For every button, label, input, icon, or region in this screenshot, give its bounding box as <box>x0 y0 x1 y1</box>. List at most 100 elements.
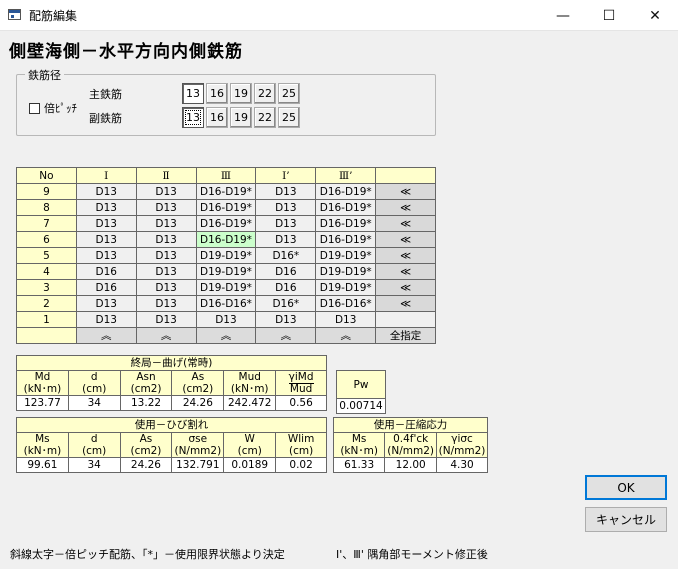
ok-button[interactable]: OK <box>585 475 667 500</box>
grid-cell[interactable]: D16-D19* <box>195 183 257 200</box>
maximize-button[interactable]: ☐ <box>586 0 632 31</box>
header-col-1p: Ⅰ’ <box>255 167 317 184</box>
grid-cell[interactable]: D13 <box>75 199 137 216</box>
grid-cell[interactable]: D16 <box>255 279 317 296</box>
row-copy-button[interactable]: ≪ <box>375 295 436 312</box>
row-copy-button[interactable]: ≪ <box>375 263 436 280</box>
sub-rebar-label: 副鉄筋 <box>89 112 122 125</box>
compress-header-unit: (kN･m) <box>340 445 378 457</box>
sub-size-13-button[interactable]: 13 <box>182 107 204 128</box>
empty-cell <box>16 327 77 344</box>
grid-cell[interactable]: D13 <box>75 215 137 232</box>
grid-cell-selected[interactable]: D16-D19* <box>195 231 257 248</box>
grid-cell[interactable]: D13 <box>135 231 197 248</box>
grid-cell[interactable]: D13 <box>255 311 317 328</box>
grid-cell[interactable]: D16-D19* <box>315 231 377 248</box>
bending-header-name: As <box>191 371 205 383</box>
page-title: 側壁海側－水平方向内側鉄筋 <box>9 42 243 62</box>
main-size-19-button[interactable]: 19 <box>230 83 252 104</box>
minimize-button[interactable]: — <box>540 0 586 31</box>
grid-cell[interactable]: D16-D19* <box>315 199 377 216</box>
close-button[interactable]: ✕ <box>632 0 678 31</box>
grid-cell[interactable]: D13 <box>135 295 197 312</box>
compress-value: 4.30 <box>436 457 488 473</box>
grid-cell[interactable]: D16 <box>75 263 137 280</box>
grid-cell[interactable]: D19-D19* <box>195 263 257 280</box>
apply-all-button[interactable]: 全指定 <box>375 327 436 344</box>
grid-cell[interactable]: D13 <box>135 263 197 280</box>
corner-note: Ⅰ'、Ⅲ' 隅角部モーメント修正後 <box>336 548 488 561</box>
grid-cell[interactable]: D13 <box>315 311 377 328</box>
column-copy-button[interactable]: ︽ <box>195 327 257 344</box>
grid-cell[interactable]: D16 <box>75 279 137 296</box>
main-size-13-button[interactable]: 13 <box>182 83 204 104</box>
row-copy-button[interactable]: ≪ <box>375 247 436 264</box>
row-copy-button[interactable]: ≪ <box>375 199 436 216</box>
crack-header: As (cm2) <box>119 432 173 458</box>
crack-header-unit: (cm) <box>237 445 262 457</box>
grid-cell[interactable]: D19-D19* <box>195 247 257 264</box>
grid-cell[interactable]: D13 <box>75 183 137 200</box>
grid-cell[interactable]: D16-D19* <box>315 183 377 200</box>
double-pitch-checkbox[interactable]: 倍ﾋﾟｯﾁ <box>29 100 77 116</box>
grid-cell[interactable]: D19-D19* <box>315 247 377 264</box>
grid-row-7: 7 D13 D13 D16-D19* D13 D16-D19* ≪ <box>16 215 436 232</box>
sub-size-16-button[interactable]: 16 <box>206 107 228 128</box>
sub-size-25-button[interactable]: 25 <box>278 107 300 128</box>
sub-size-19-button[interactable]: 19 <box>230 107 252 128</box>
grid-cell[interactable]: D16 <box>255 263 317 280</box>
crack-header-unit: (N/mm2) <box>174 445 222 457</box>
main-size-16-button[interactable]: 16 <box>206 83 228 104</box>
grid-cell[interactable]: D13 <box>255 231 317 248</box>
row-copy-button[interactable]: ≪ <box>375 279 436 296</box>
checkbox-box[interactable] <box>29 102 40 114</box>
grid-cell[interactable]: D16-D19* <box>195 199 257 216</box>
grid-cell[interactable]: D13 <box>75 231 137 248</box>
main-size-22-button[interactable]: 22 <box>254 83 276 104</box>
grid-cell[interactable]: D13 <box>135 215 197 232</box>
grid-cell[interactable]: D16-D19* <box>315 215 377 232</box>
grid-cell[interactable]: D13 <box>255 183 317 200</box>
grid-cell[interactable]: D13 <box>75 311 137 328</box>
compress-header-name: Ms <box>351 433 367 445</box>
column-copy-button[interactable]: ︽ <box>75 327 137 344</box>
grid-cell[interactable]: D13 <box>75 247 137 264</box>
row-number: 3 <box>16 279 77 296</box>
grid-cell[interactable]: D16-D16* <box>315 295 377 312</box>
title-bar: 配筋編集 — ☐ ✕ <box>0 0 678 31</box>
column-copy-button[interactable]: ︽ <box>315 327 377 344</box>
grid-cell[interactable]: D13 <box>135 311 197 328</box>
grid-cell[interactable]: D16-D16* <box>195 295 257 312</box>
grid-cell[interactable]: D13 <box>75 295 137 312</box>
grid-cell[interactable]: D13 <box>135 183 197 200</box>
window-title: 配筋編集 <box>29 9 78 23</box>
bending-header-unit: (kN･m) <box>23 383 62 395</box>
row-copy-button[interactable]: ≪ <box>375 183 436 200</box>
bending-value: 34 <box>67 395 121 411</box>
grid-cell[interactable]: D19-D19* <box>315 279 377 296</box>
double-pitch-label: 倍ﾋﾟｯﾁ <box>44 102 77 115</box>
grid-cell[interactable]: D13 <box>255 215 317 232</box>
sub-size-22-button[interactable]: 22 <box>254 107 276 128</box>
grid-cell[interactable]: D13 <box>255 199 317 216</box>
grid-cell[interactable]: D13 <box>135 279 197 296</box>
grid-cell[interactable]: D19-D19* <box>315 263 377 280</box>
grid-cell[interactable]: D13 <box>135 199 197 216</box>
bending-header-name: d <box>90 371 98 383</box>
grid-cell[interactable]: D16* <box>255 247 317 264</box>
grid-cell[interactable]: D13 <box>195 311 257 328</box>
column-copy-button[interactable]: ︽ <box>255 327 317 344</box>
header-no: No <box>16 167 77 184</box>
column-copy-button[interactable]: ︽ <box>135 327 197 344</box>
grid-cell[interactable]: D19-D19* <box>195 279 257 296</box>
cancel-button[interactable]: キャンセル <box>585 507 667 532</box>
grid-cell[interactable]: D13 <box>135 247 197 264</box>
row-copy-button[interactable]: ≪ <box>375 215 436 232</box>
row-copy-button[interactable]: ≪ <box>375 231 436 248</box>
grid-cell[interactable]: D16* <box>255 295 317 312</box>
main-size-25-button[interactable]: 25 <box>278 83 300 104</box>
crack-value: 0.0189 <box>223 457 277 473</box>
crack-title: 使用－ひび割れ <box>16 417 327 433</box>
grid-cell[interactable]: D16-D19* <box>195 215 257 232</box>
compress-title: 使用－圧縮応力 <box>333 417 488 433</box>
